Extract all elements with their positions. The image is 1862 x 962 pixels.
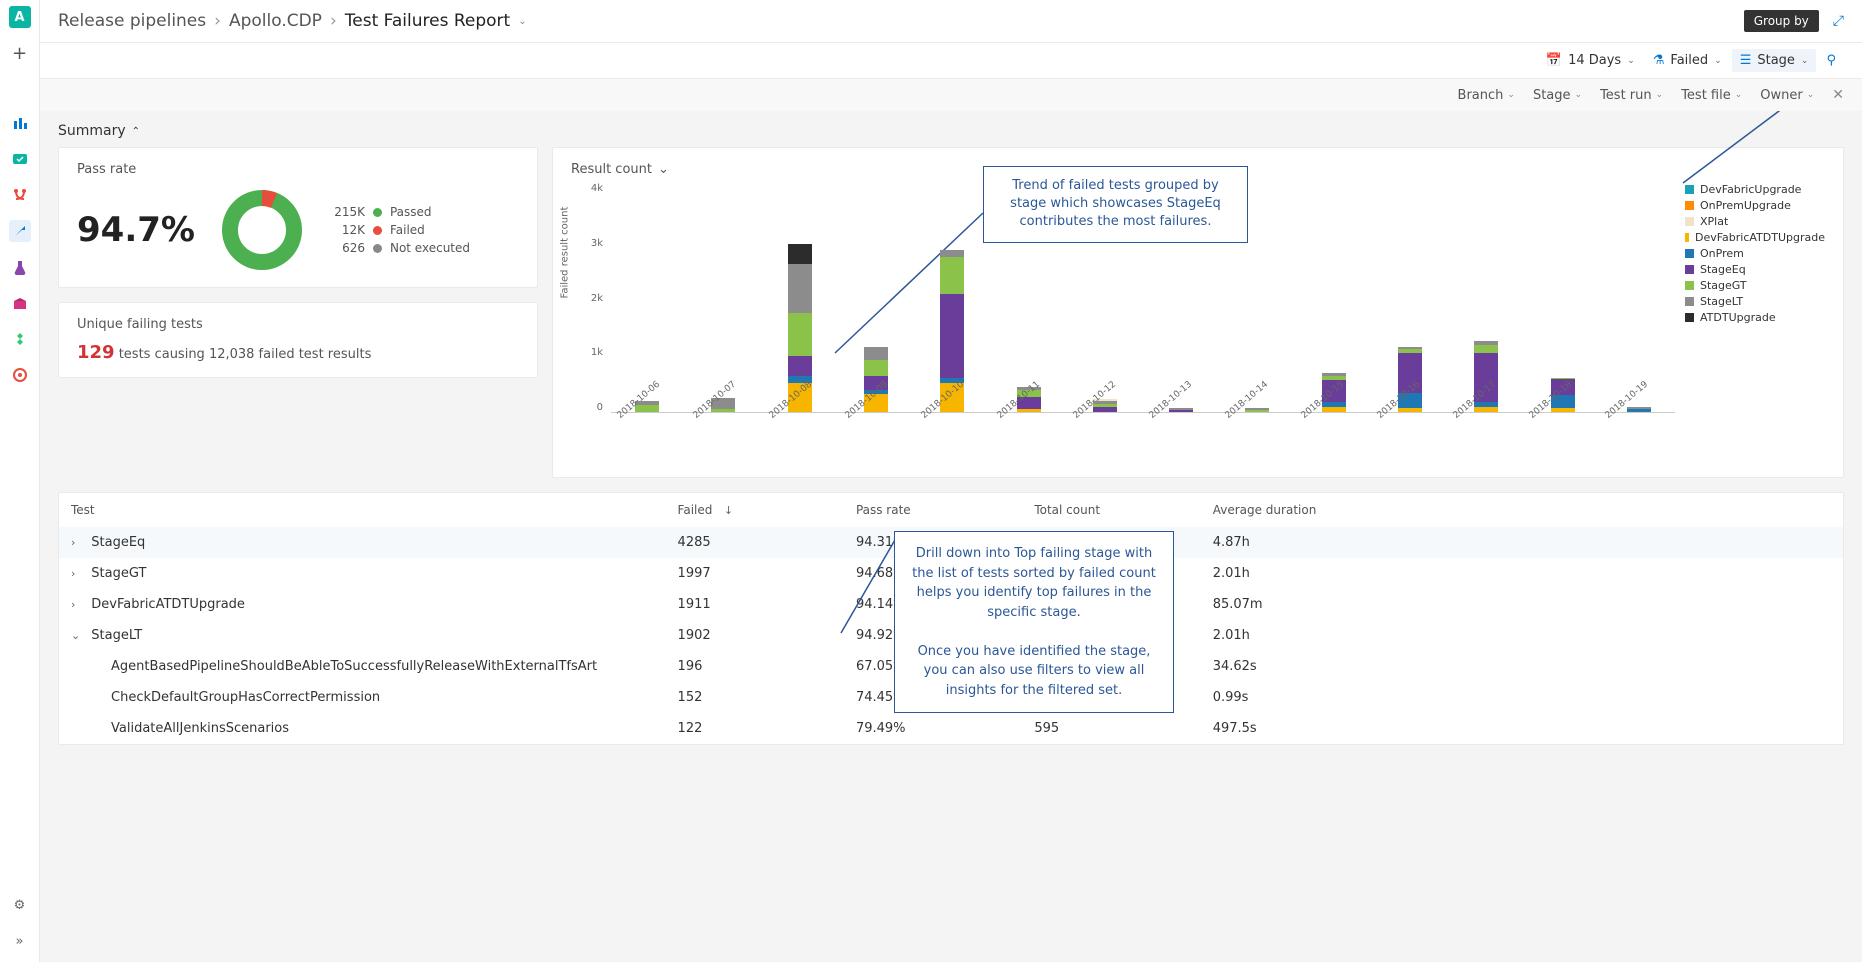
funnel-icon: ⚲ (1826, 53, 1836, 68)
chevron-down-icon: ⌄ (1627, 56, 1635, 66)
filter-testfile[interactable]: Test file ⌄ (1681, 88, 1742, 103)
nav-testplans-icon[interactable] (9, 256, 31, 278)
filter-testfile-label: Test file (1681, 88, 1731, 103)
group-icon: ☰ (1740, 53, 1752, 68)
y-axis-label: Failed result count (560, 207, 571, 299)
unique-body: 129 tests causing 12,038 failed test res… (77, 342, 519, 363)
failing-tests-table-card: Drill down into Top failing stage with t… (58, 492, 1844, 745)
result-count-label: Result count (571, 162, 652, 177)
expand-icon[interactable]: › (71, 567, 83, 580)
left-nav-rail: A + ⚙ » (0, 0, 40, 962)
fullscreen-icon[interactable]: ⤢ (1833, 13, 1844, 29)
chevron-down-icon: ⌄ (1656, 90, 1664, 100)
collapse-rail-icon[interactable]: » (9, 930, 31, 952)
col-total[interactable]: Total count (1022, 493, 1200, 527)
unique-count: 129 (77, 342, 115, 363)
filter-branch[interactable]: Branch⌄ (1458, 88, 1515, 103)
breadcrumb-sep: › (214, 11, 221, 31)
chevron-down-icon[interactable]: ⌄ (518, 16, 526, 27)
chevron-down-icon: ⌄ (1807, 90, 1815, 100)
group-filter[interactable]: ☰ Stage ⌄ (1732, 49, 1817, 72)
pass-rate-legend: 215KPassed12KFailed626Not executed (329, 205, 470, 255)
filter-stage-label: Stage (1533, 88, 1571, 103)
sort-desc-icon: ↓ (724, 504, 733, 517)
status-filter[interactable]: ⚗ Failed ⌄ (1645, 49, 1730, 72)
chevron-down-icon: ⌄ (1507, 90, 1515, 100)
add-icon[interactable]: + (9, 42, 31, 64)
expand-icon[interactable]: › (71, 598, 83, 611)
content-pane: Release pipelines › Apollo.CDP › Test Fa… (40, 0, 1862, 962)
project-logo[interactable]: A (9, 6, 31, 28)
filter-branch-label: Branch (1458, 88, 1504, 103)
crumb-page[interactable]: Test Failures Report (345, 11, 510, 31)
result-count-card: Result count ⌄ Trend of failed tests gro… (552, 147, 1844, 478)
summary-label: Summary (58, 123, 126, 139)
group-filter-label: Stage (1757, 53, 1795, 68)
bar-column[interactable] (1374, 347, 1446, 412)
pass-rate-card: Pass rate 94.7% 215KPassed12KFailed626No… (58, 147, 538, 288)
settings-icon[interactable]: ⚙ (9, 894, 31, 916)
unique-title: Unique failing tests (77, 317, 519, 332)
expand-icon[interactable]: › (71, 536, 83, 549)
status-filter-label: Failed (1670, 53, 1708, 68)
close-filters-icon[interactable]: ✕ (1832, 87, 1844, 103)
col-passrate[interactable]: Pass rate (844, 493, 1022, 527)
bar-column[interactable] (840, 347, 912, 412)
unique-failing-card: Unique failing tests 129 tests causing 1… (58, 302, 538, 378)
secondary-filter-row: Branch⌄ Stage⌄ Test run⌄ Test file⌄ Owne… (40, 79, 1862, 111)
pass-rate-donut (219, 187, 305, 273)
filter-owner-label: Owner (1760, 88, 1802, 103)
col-avg[interactable]: Average duration (1201, 493, 1843, 527)
x-tick-labels: 2018-10-062018-10-072018-10-082018-10-09… (611, 417, 1675, 427)
main-body: Summary ⌃ Pass rate 94.7% (40, 111, 1862, 962)
y-tick-labels: 4k3k2k1k0 (581, 183, 603, 413)
nav-ext2-icon[interactable] (9, 364, 31, 386)
primary-filter-row: 📅 14 Days ⌄ ⚗ Failed ⌄ ☰ Stage ⌄ ⚲ (40, 43, 1862, 79)
table-child-row[interactable]: ValidateAllJenkinsScenarios12279.49%5954… (59, 713, 1843, 744)
filter-toggle[interactable]: ⚲ (1818, 49, 1844, 72)
chevron-up-icon: ⌃ (132, 126, 140, 137)
summary-toggle[interactable]: Summary ⌃ (58, 123, 140, 139)
days-filter-label: 14 Days (1568, 53, 1621, 68)
chevron-down-icon: ⌄ (658, 162, 669, 177)
unique-text: tests causing 12,038 failed test results (115, 347, 372, 362)
breadcrumb: Release pipelines › Apollo.CDP › Test Fa… (58, 11, 527, 31)
filter-testrun-label: Test run (1600, 88, 1652, 103)
filter-stage[interactable]: Stage ⌄ (1533, 88, 1582, 103)
chevron-down-icon: ⌄ (1801, 56, 1809, 66)
col-failed[interactable]: Failed ↓ (666, 493, 844, 527)
days-filter[interactable]: 📅 14 Days ⌄ (1538, 49, 1643, 72)
app-root: A + ⚙ » Release pipelines › Apollo.CDP ›… (0, 0, 1862, 962)
pass-rate-value: 94.7% (77, 210, 195, 250)
nav-dashboard-icon[interactable] (9, 112, 31, 134)
chevron-down-icon: ⌄ (1714, 56, 1722, 66)
chart-legend: DevFabricUpgradeOnPremUpgradeXPlatDevFab… (1675, 183, 1825, 463)
bar-column[interactable] (1450, 341, 1522, 412)
chevron-down-icon: ⌄ (1735, 90, 1743, 100)
nav-ext1-icon[interactable] (9, 328, 31, 350)
table-header-row: Test Failed ↓ Pass rate Total count Aver… (59, 493, 1843, 527)
calendar-icon: 📅 (1546, 53, 1562, 68)
breadcrumb-sep: › (330, 11, 337, 31)
flask-icon: ⚗ (1653, 53, 1665, 68)
expand-icon[interactable]: ⌄ (71, 629, 83, 642)
result-count-dropdown[interactable]: Result count ⌄ (571, 162, 669, 177)
nav-pipelines-icon[interactable] (9, 220, 31, 242)
filter-testrun[interactable]: Test run ⌄ (1600, 88, 1663, 103)
crumb-root[interactable]: Release pipelines (58, 11, 206, 31)
group-by-tooltip: Group by (1744, 10, 1819, 32)
crumb-project[interactable]: Apollo.CDP (229, 11, 322, 31)
breadcrumb-row: Release pipelines › Apollo.CDP › Test Fa… (40, 0, 1862, 43)
chevron-down-icon: ⌄ (1575, 90, 1583, 100)
nav-repos-icon[interactable] (9, 184, 31, 206)
filter-owner[interactable]: Owner ⌄ (1760, 88, 1814, 103)
annotation-callout-1: Trend of failed tests grouped by stage w… (983, 166, 1248, 243)
nav-artifacts-icon[interactable] (9, 292, 31, 314)
annotation-callout-2: Drill down into Top failing stage with t… (894, 531, 1174, 713)
nav-boards-icon[interactable] (9, 148, 31, 170)
pass-rate-title: Pass rate (77, 162, 519, 177)
summary-cards: Pass rate 94.7% 215KPassed12KFailed626No… (58, 147, 1844, 478)
col-test[interactable]: Test (59, 493, 666, 527)
